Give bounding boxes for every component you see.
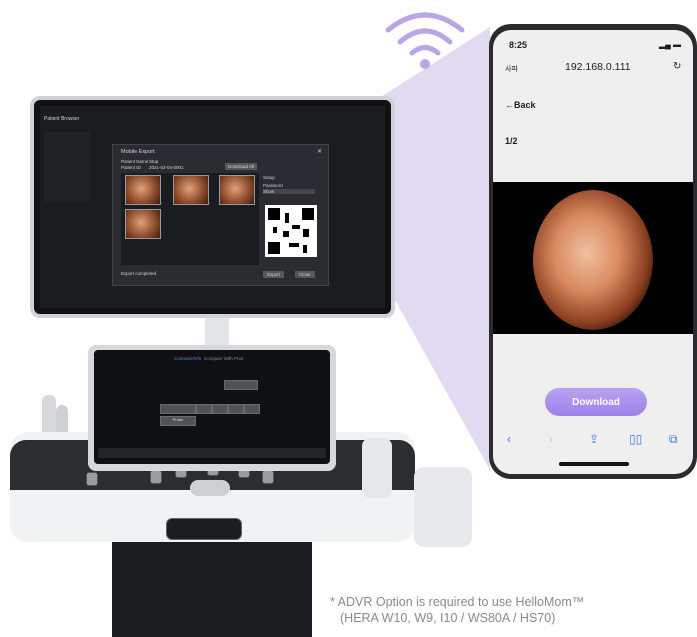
touch-slider-bar[interactable]	[98, 448, 326, 458]
image-grid	[121, 173, 259, 265]
dialog-title: Mobile Export	[121, 149, 155, 155]
thumbnail[interactable]	[219, 175, 255, 205]
bookmarks-icon[interactable]: ▯▯	[629, 432, 642, 446]
touch-button[interactable]	[160, 404, 196, 414]
option-label-2: Password	[263, 183, 283, 188]
touch-button[interactable]	[224, 380, 258, 390]
address-bar-left[interactable]: 사파	[505, 64, 518, 74]
status-time: 8:25	[509, 40, 528, 50]
url-text[interactable]: 192.168.0.111	[565, 61, 631, 73]
qr-code	[265, 205, 317, 257]
monitor-side-title: Patient Browser	[44, 116, 80, 122]
patient-name-value: Stop	[149, 159, 159, 164]
monitor-screen: Patient Browser Mobile Export ✕ Patient …	[40, 106, 385, 308]
export-status: Export completed	[121, 271, 157, 276]
monitor-stand	[205, 318, 229, 348]
control-knob[interactable]	[86, 472, 98, 486]
control-knob[interactable]	[150, 470, 162, 484]
wifi-icon	[385, 12, 465, 69]
patient-id-label: Patient ID	[121, 165, 141, 170]
patient-id-value: 2021-02-04-0001	[149, 165, 184, 170]
thumbnail[interactable]	[125, 175, 161, 205]
touch-tab-2[interactable]: Compare With Prior	[204, 356, 244, 361]
ultrasound-image	[493, 182, 693, 334]
mobile-export-dialog: Mobile Export ✕ Patient Name Stop Patien…	[112, 144, 329, 286]
phone-screen: 8:25 ▂▄ ▬ 사파 192.168.0.111 ↻ ←Back 1/2 D…	[493, 30, 693, 474]
control-knob[interactable]	[262, 470, 274, 484]
signal-battery-icon: ▂▄ ▬	[659, 40, 682, 49]
tabs-icon[interactable]: ⧉	[669, 432, 678, 447]
page-counter: 1/2	[505, 136, 518, 146]
monitor-sidebar	[44, 132, 90, 202]
back-nav-icon[interactable]: ‹	[507, 432, 511, 446]
close-button[interactable]: Close	[295, 271, 315, 278]
touch-button[interactable]	[196, 404, 212, 414]
thumbnail[interactable]	[173, 175, 209, 205]
touch-tab-1[interactable]: Compare/Info	[174, 356, 201, 361]
touchscreen: Compare/Info Compare With Prior Probe	[94, 350, 330, 464]
patient-name-label: Patient Name	[121, 159, 149, 164]
bottom-button-strip[interactable]	[166, 518, 242, 540]
export-button[interactable]: Export	[263, 271, 285, 278]
download-all-button[interactable]: Download All	[225, 163, 258, 170]
smartphone: 8:25 ▂▄ ▬ 사파 192.168.0.111 ↻ ←Back 1/2 D…	[489, 24, 697, 479]
reload-icon[interactable]: ↻	[673, 61, 681, 72]
touch-button[interactable]	[212, 404, 228, 414]
footnote: * ADVR Option is required to use HelloMo…	[330, 594, 697, 626]
ultrasound-monitor: Patient Browser Mobile Export ✕ Patient …	[30, 96, 395, 318]
probe-button[interactable]: Probe	[160, 416, 196, 426]
forward-nav-icon[interactable]: ›	[549, 432, 553, 446]
trackball[interactable]	[190, 480, 230, 496]
thumbnail[interactable]	[125, 209, 161, 239]
touch-button[interactable]	[244, 404, 260, 414]
password-field[interactable]: Show	[263, 189, 315, 194]
gel-holder	[414, 467, 472, 547]
dialog-close-icon[interactable]: ✕	[317, 148, 322, 155]
home-indicator	[559, 462, 629, 466]
download-button[interactable]: Download	[545, 388, 647, 416]
footnote-line-2: (HERA W10, W9, I10 / WS80A / HS70)	[340, 611, 556, 625]
probe-holder-right	[362, 438, 392, 498]
touch-button[interactable]	[228, 404, 244, 414]
machine-base	[112, 542, 312, 637]
footnote-line-1: * ADVR Option is required to use HelloMo…	[330, 595, 585, 609]
back-link[interactable]: ←Back	[505, 100, 536, 110]
option-label-1: Setup	[263, 175, 275, 180]
share-icon[interactable]: ⇪	[589, 432, 599, 446]
